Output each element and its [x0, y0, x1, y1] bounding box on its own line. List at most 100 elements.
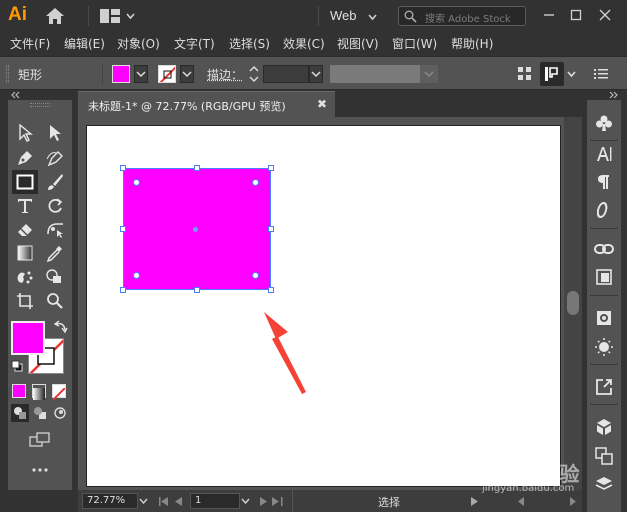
chevron-down-icon[interactable]: [126, 12, 135, 21]
character-icon[interactable]: [593, 143, 615, 165]
paragraph-icon[interactable]: [593, 171, 615, 193]
draw-behind-button[interactable]: [31, 404, 49, 422]
toolbar-collapse-strip[interactable]: [8, 90, 72, 100]
fill-color-box[interactable]: [11, 321, 45, 355]
maximize-icon[interactable]: [567, 6, 585, 24]
rotate-tool[interactable]: [44, 195, 66, 217]
eraser-tool[interactable]: [14, 218, 36, 240]
corner-widget[interactable]: [133, 272, 140, 279]
next-last-artboard-icon[interactable]: [256, 497, 284, 506]
menu-select[interactable]: 选择(S): [229, 35, 270, 52]
direct-selection-tool[interactable]: [44, 122, 66, 144]
symbol-sprayer-tool[interactable]: [14, 266, 36, 288]
grip-handle[interactable]: [30, 103, 50, 107]
transform-button[interactable]: [540, 62, 564, 86]
menu-file[interactable]: 文件(F): [10, 35, 50, 52]
menu-window[interactable]: 窗口(W): [392, 35, 437, 52]
bbox-handle-top-right[interactable]: [268, 165, 274, 171]
swap-fill-stroke-icon[interactable]: [54, 320, 68, 334]
type-tool[interactable]: [14, 195, 36, 217]
fill-dropdown[interactable]: [134, 65, 148, 83]
stroke-stepper-icon[interactable]: [248, 64, 260, 84]
links-icon[interactable]: [593, 238, 615, 260]
bbox-handle-right[interactable]: [268, 226, 274, 232]
puppet-warp-tool[interactable]: [44, 218, 66, 240]
default-fill-stroke-icon[interactable]: [11, 360, 23, 372]
panel-menu-icon[interactable]: [594, 68, 608, 80]
stroke-dropdown[interactable]: [180, 65, 194, 83]
stock-search-input[interactable]: 搜索 Adobe Stock: [398, 6, 526, 26]
chevron-down-icon[interactable]: [368, 13, 377, 22]
layers-icon[interactable]: [593, 473, 615, 495]
export-icon[interactable]: [593, 376, 615, 398]
image-trace-icon[interactable]: [593, 307, 615, 329]
edit-toolbar-button[interactable]: [28, 462, 52, 478]
stroke-weight-input[interactable]: [263, 65, 309, 83]
menu-edit[interactable]: 编辑(E): [64, 35, 105, 52]
draw-inside-button[interactable]: [51, 404, 69, 422]
workspace-switcher[interactable]: Web: [330, 8, 357, 23]
eyedropper-tool[interactable]: [44, 242, 66, 264]
chevron-down-icon[interactable]: [241, 497, 250, 506]
grip-handle[interactable]: [6, 65, 9, 83]
bbox-handle-top[interactable]: [194, 165, 200, 171]
draw-normal-button[interactable]: [11, 404, 29, 422]
bbox-handle-bottom-right[interactable]: [268, 287, 274, 293]
bbox-handle-top-left[interactable]: [120, 165, 126, 171]
fill-color-swatch[interactable]: [112, 65, 130, 83]
scrollbar-thumb[interactable]: [567, 291, 579, 315]
paintbrush-tool[interactable]: [44, 171, 66, 193]
corner-widget[interactable]: [133, 179, 140, 186]
color-mode-button[interactable]: [12, 384, 26, 398]
bbox-handle-bottom[interactable]: [194, 287, 200, 293]
bbox-handle-bottom-left[interactable]: [120, 287, 126, 293]
artboards-icon[interactable]: [593, 266, 615, 288]
curvature-tool[interactable]: [44, 147, 66, 169]
menu-view[interactable]: 视图(V): [337, 35, 379, 52]
transform-panel-icon[interactable]: [593, 445, 615, 467]
menu-type[interactable]: 文字(T): [174, 35, 215, 52]
menu-effect[interactable]: 效果(C): [283, 35, 325, 52]
profile-dropdown[interactable]: [420, 65, 438, 83]
none-mode-button[interactable]: [52, 384, 66, 401]
menu-help[interactable]: 帮助(H): [451, 35, 493, 52]
bbox-handle-left[interactable]: [120, 226, 126, 232]
club-icon[interactable]: [593, 112, 615, 134]
rectangle-tool[interactable]: [12, 170, 38, 194]
minimize-icon[interactable]: [540, 6, 558, 24]
pen-tool[interactable]: [14, 147, 36, 169]
document-tab[interactable]: 未标题-1* @ 72.77% (RGB/GPU 预览) ✖: [78, 91, 335, 117]
3d-cube-icon[interactable]: [593, 416, 615, 438]
close-document-icon[interactable]: ✖: [317, 97, 327, 111]
stroke-label[interactable]: 描边：: [207, 66, 243, 83]
gradient-tool[interactable]: [14, 242, 36, 264]
artboard-number-field[interactable]: 1: [190, 493, 240, 509]
zoom-tool[interactable]: [44, 290, 66, 312]
panel-collapse-strip[interactable]: [587, 90, 621, 100]
chevron-down-icon[interactable]: [139, 497, 148, 506]
selection-tool[interactable]: [14, 122, 36, 144]
artboard-tool[interactable]: [14, 290, 36, 312]
zoom-level-field[interactable]: 72.77%: [82, 493, 138, 509]
appearance-icon[interactable]: [593, 336, 615, 358]
horizontal-scroll-arrows-icon[interactable]: [518, 497, 578, 506]
stroke-color-swatch[interactable]: [158, 65, 176, 83]
home-icon[interactable]: [45, 7, 65, 25]
screen-mode-button[interactable]: [28, 430, 52, 450]
vertical-scrollbar[interactable]: [564, 117, 582, 490]
gradient-mode-button[interactable]: [32, 384, 46, 400]
align-grid-icon[interactable]: [518, 67, 532, 81]
corner-widget[interactable]: [252, 179, 259, 186]
close-window-icon[interactable]: [596, 6, 614, 24]
corner-widget[interactable]: [252, 272, 259, 279]
status-menu-arrow-icon[interactable]: [470, 497, 479, 506]
menu-object[interactable]: 对象(O): [117, 35, 160, 52]
opentype-icon[interactable]: [593, 199, 615, 221]
variable-width-profile[interactable]: [330, 65, 420, 83]
arrange-documents-icon[interactable]: [100, 9, 120, 23]
first-prev-artboard-icon[interactable]: [158, 497, 186, 506]
draw-inside-icon: [54, 407, 66, 419]
stroke-weight-dropdown[interactable]: [309, 65, 323, 83]
chevron-down-icon[interactable]: [567, 70, 576, 79]
shape-builder-tool[interactable]: [44, 266, 66, 288]
